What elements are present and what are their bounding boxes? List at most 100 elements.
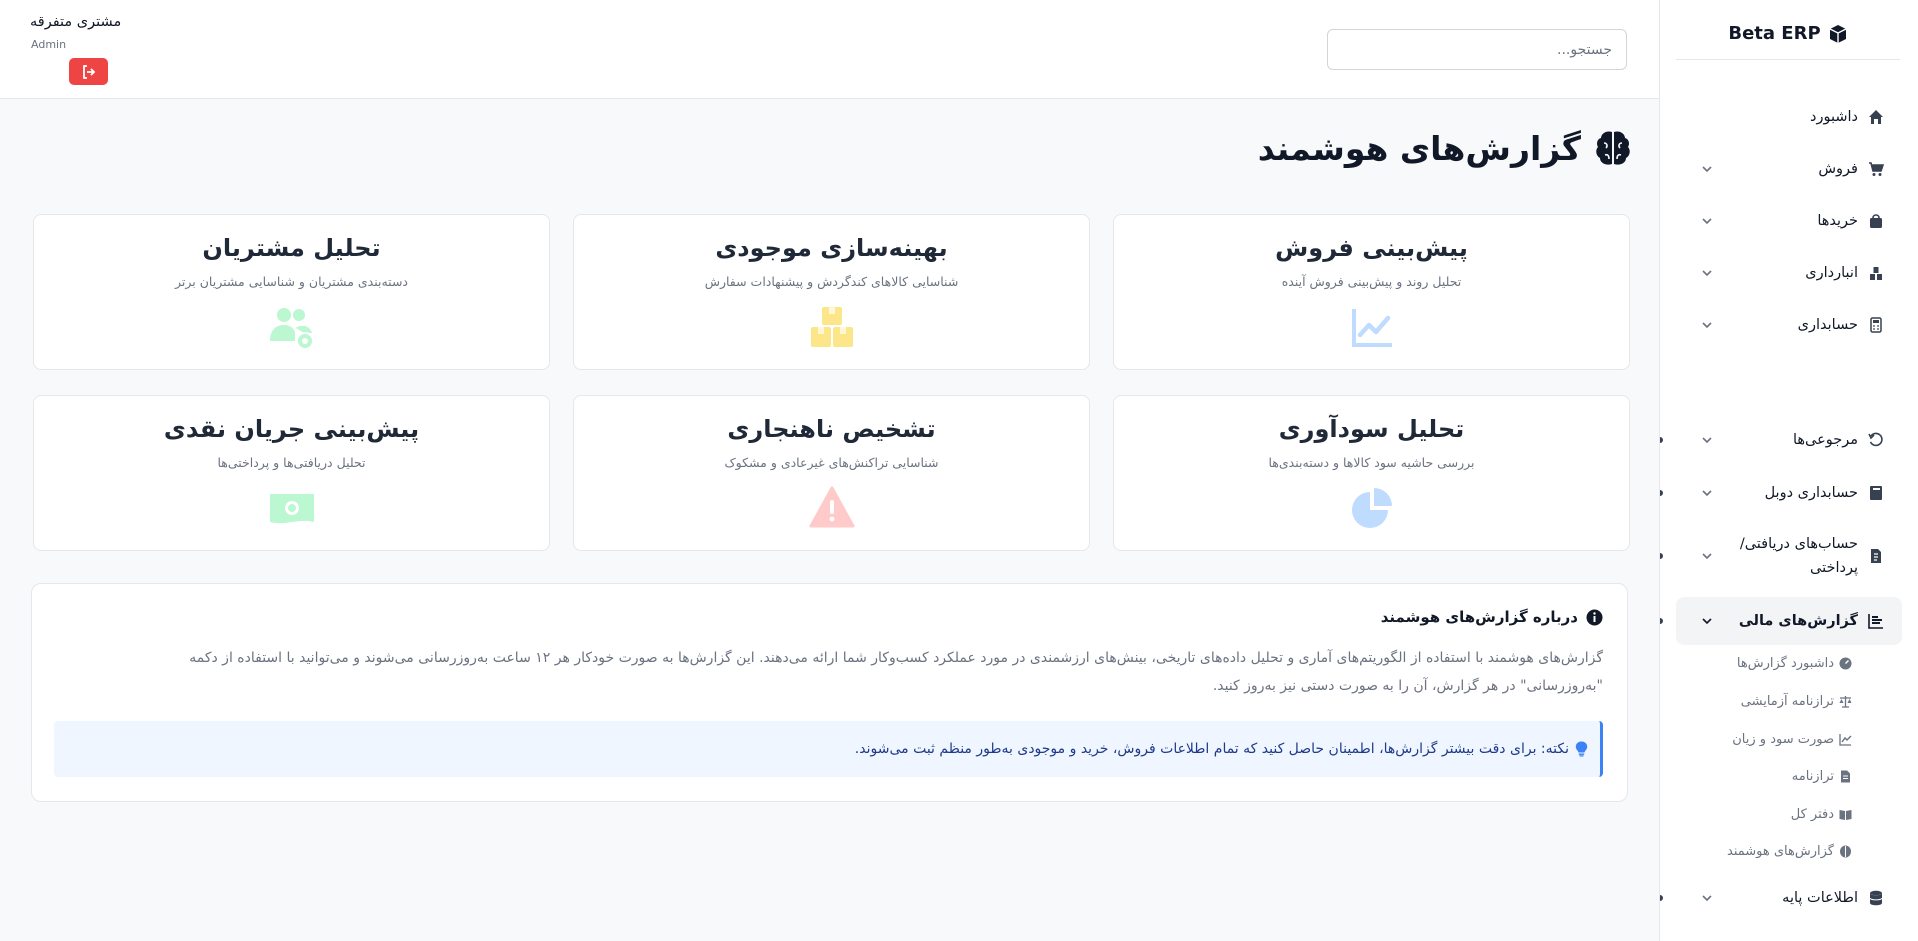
sidebar-item-label: حسابداری — [1797, 317, 1858, 333]
chevron-down-icon — [1700, 266, 1714, 280]
info-title-text: درباره گزارش‌های هوشمند — [1380, 608, 1578, 626]
card-inventory-optimization[interactable]: بهینه‌سازی موجودی شناسایی کالاهای کندگرد… — [573, 214, 1090, 370]
sidebar-item-warehouse[interactable]: انبارداری — [1676, 260, 1902, 286]
brand-name: Beta ERP — [1728, 23, 1821, 44]
gauge-icon — [1839, 657, 1852, 670]
subitem-label: ترازنامه آزمایشی — [1740, 693, 1834, 709]
cart-icon — [1868, 161, 1884, 177]
top-header: مشتری متفرقه Admin — [0, 0, 1659, 99]
subitem-reports-dashboard[interactable]: داشبورد گزارش‌ها — [1682, 651, 1852, 675]
sidebar-item-financial-reports[interactable]: گزارش‌های مالی — [1676, 597, 1902, 645]
sidebar-item-label: گزارش‌های مالی — [1738, 613, 1858, 629]
tip-box: نکته: برای دقت بیشتر گزارش‌ها، اطمینان ح… — [54, 721, 1603, 777]
subitem-smart-reports[interactable]: گزارش‌های هوشمند — [1682, 839, 1852, 863]
scale-icon — [1839, 695, 1852, 708]
chart-line-icon — [1839, 733, 1852, 746]
chart-bar-icon — [1868, 613, 1884, 629]
card-cash-flow-forecast[interactable]: پیش‌بینی جریان نقدی تحلیل دریافتی‌ها و پ… — [33, 395, 550, 551]
scroll-dot — [1660, 895, 1663, 901]
sidebar-item-dashboard[interactable]: داشبورد — [1676, 104, 1902, 130]
lightbulb-icon — [1575, 741, 1588, 757]
scroll-dot — [1660, 553, 1663, 559]
info-body: گزارش‌های هوشمند با استفاده از الگوریتم‌… — [189, 650, 1603, 694]
sidebar-item-label: خریدها — [1817, 213, 1858, 229]
user-name: مشتری متفرقه — [30, 14, 122, 30]
subitem-label: داشبورد گزارش‌ها — [1736, 655, 1834, 671]
card-desc: شناسایی کالاهای کندگردش و پیشنهادات سفار… — [704, 274, 959, 289]
sidebar-item-label: داشبورد — [1810, 109, 1858, 125]
pie-chart-icon — [1348, 484, 1396, 532]
card-desc: تحلیل دریافتی‌ها و پرداختی‌ها — [217, 455, 366, 470]
brand[interactable]: Beta ERP — [1676, 8, 1900, 60]
subitem-label: گزارش‌های هوشمند — [1727, 843, 1834, 859]
sidebar-item-sales[interactable]: فروش — [1676, 156, 1902, 182]
card-sales-forecast[interactable]: پیش‌بینی فروش تحلیل روند و پیش‌بینی فروش… — [1113, 214, 1630, 370]
logout-icon — [82, 64, 95, 79]
chevron-down-icon — [1700, 891, 1714, 905]
card-title: تشخیص ناهنجاری — [727, 415, 936, 443]
sidebar-item-base-info[interactable]: اطلاعات پایه — [1676, 885, 1902, 911]
subitem-label: صورت سود و زیان — [1732, 731, 1834, 747]
card-desc: دسته‌بندی مشتریان و شناسایی مشتریان برتر — [175, 274, 408, 289]
page-title: گزارش‌های هوشمند — [1258, 128, 1633, 168]
money-icon — [268, 484, 316, 532]
subitem-general-ledger[interactable]: دفتر کل — [1682, 802, 1852, 826]
home-icon — [1868, 109, 1884, 125]
search-input[interactable] — [1327, 29, 1627, 70]
users-cog-icon — [268, 303, 316, 351]
file-icon — [1839, 770, 1852, 783]
subitem-trial-balance[interactable]: ترازنامه آزمایشی — [1682, 689, 1852, 713]
chevron-down-icon — [1700, 486, 1714, 500]
sidebar-item-accounting[interactable]: حسابداری — [1676, 312, 1902, 338]
sidebar-item-purchases[interactable]: خریدها — [1676, 208, 1902, 234]
subitem-balance-sheet[interactable]: ترازنامه — [1682, 764, 1852, 788]
card-title: پیش‌بینی جریان نقدی — [163, 415, 420, 443]
sidebar-item-double-entry[interactable]: حسابداری دوبل — [1676, 480, 1902, 506]
scroll-dot — [1660, 618, 1663, 624]
sidebar-item-label: حسابداری دوبل — [1764, 485, 1858, 501]
book-icon — [1868, 485, 1884, 501]
card-title: تحلیل سودآوری — [1278, 415, 1465, 443]
user-role: Admin — [31, 38, 67, 51]
card-title: تحلیل مشتریان — [202, 234, 381, 262]
scroll-dot — [1660, 490, 1663, 496]
invoice-icon — [1868, 548, 1884, 564]
sidebar-item-label: مرجوعی‌ها — [1792, 432, 1858, 448]
open-book-icon — [1839, 808, 1852, 821]
tip-text: نکته: برای دقت بیشتر گزارش‌ها، اطمینان ح… — [854, 741, 1569, 757]
logout-button[interactable] — [69, 58, 108, 85]
card-customer-analysis[interactable]: تحلیل مشتریان دسته‌بندی مشتریان و شناسای… — [33, 214, 550, 370]
bag-icon — [1868, 213, 1884, 229]
chevron-down-icon — [1700, 318, 1714, 332]
chevron-down-icon — [1700, 433, 1714, 447]
subitem-label: دفتر کل — [1790, 806, 1834, 822]
subitem-label: ترازنامه — [1791, 768, 1834, 784]
sidebar-item-receivables-payables[interactable]: حساب‌های دریافتی/ پرداختی — [1676, 532, 1902, 580]
chevron-down-icon — [1700, 549, 1714, 563]
subitem-income-statement[interactable]: صورت سود و زیان — [1682, 727, 1852, 751]
chevron-down-icon — [1700, 214, 1714, 228]
sidebar-item-label: اطلاعات پایه — [1782, 890, 1858, 906]
undo-icon — [1868, 432, 1884, 448]
info-icon — [1586, 609, 1603, 626]
card-title: بهینه‌سازی موجودی — [715, 234, 948, 262]
boxes-icon — [808, 303, 856, 351]
sidebar-item-returns[interactable]: مرجوعی‌ها — [1676, 427, 1902, 453]
brain-icon — [1593, 128, 1633, 168]
card-profitability-analysis[interactable]: تحلیل سودآوری بررسی حاشیه سود کالاها و د… — [1113, 395, 1630, 551]
page-title-text: گزارش‌های هوشمند — [1257, 128, 1581, 168]
card-title: پیش‌بینی فروش — [1275, 234, 1468, 262]
sidebar-item-label: حساب‌های دریافتی/ پرداختی — [1739, 536, 1858, 576]
calculator-icon — [1868, 317, 1884, 333]
cube-icon — [1828, 24, 1848, 44]
sidebar-item-label: فروش — [1818, 161, 1858, 177]
card-desc: بررسی حاشیه سود کالاها و دسته‌بندی‌ها — [1268, 455, 1475, 470]
card-desc: شناسایی تراکنش‌های غیرعادی و مشکوک — [724, 455, 939, 470]
chevron-down-icon — [1700, 614, 1714, 628]
database-icon — [1868, 890, 1884, 906]
card-anomaly-detection[interactable]: تشخیص ناهنجاری شناسایی تراکنش‌های غیرعاد… — [573, 395, 1090, 551]
sidebar-item-label: انبارداری — [1805, 265, 1858, 281]
info-title: درباره گزارش‌های هوشمند — [1381, 608, 1603, 626]
info-panel: درباره گزارش‌های هوشمند گزارش‌های هوشمند… — [31, 583, 1628, 802]
chevron-down-icon — [1700, 162, 1714, 176]
